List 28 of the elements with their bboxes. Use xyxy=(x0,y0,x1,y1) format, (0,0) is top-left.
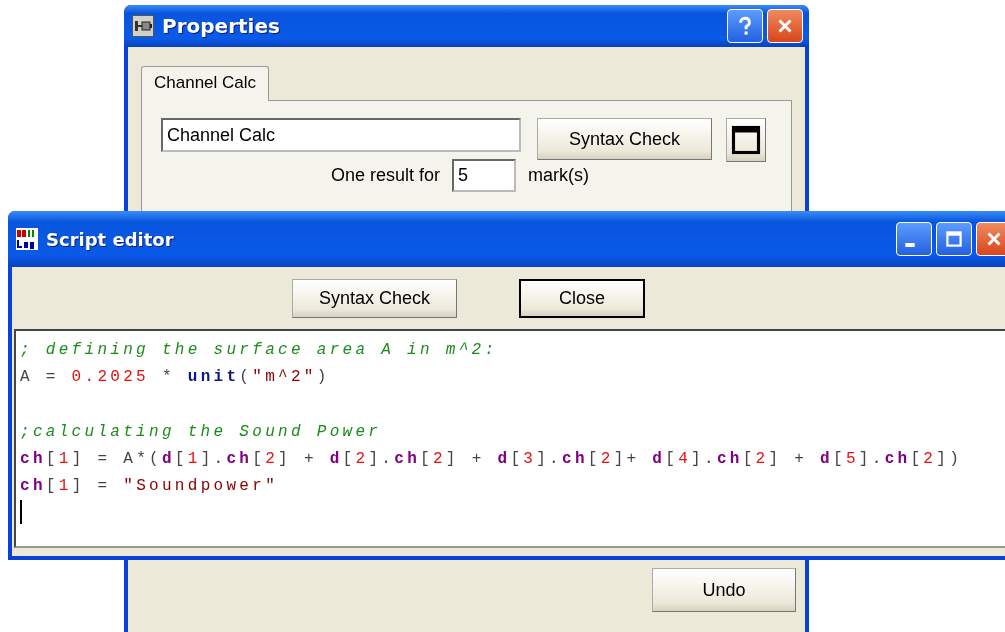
tab[interactable]: Channel Calc xyxy=(141,66,270,101)
close-button[interactable] xyxy=(767,9,803,43)
maximize-button[interactable] xyxy=(936,222,972,256)
minimize-button[interactable] xyxy=(896,222,932,256)
window-title: Properties xyxy=(162,14,281,38)
undo-button[interactable]: Undo xyxy=(652,568,796,612)
code-line: ch[1] = "Soundpower" xyxy=(20,476,280,497)
result-label: One result for xyxy=(331,165,441,186)
app-logo-icon xyxy=(16,228,38,250)
syntax-check-button[interactable]: Syntax Check xyxy=(292,278,458,318)
close-dialog-button[interactable]: Close xyxy=(519,278,646,318)
pushpin-icon xyxy=(132,15,154,37)
minimize-icon xyxy=(905,243,915,247)
code-comment: ;calculating the Sound Power xyxy=(20,422,383,443)
name-field[interactable]: Channel Calc xyxy=(161,118,521,152)
code-line: A = 0.2025 * unit("m^2") xyxy=(20,367,331,388)
unit-label: mark(s) xyxy=(528,165,590,186)
window-icon xyxy=(731,123,761,157)
code-line: ch[1] = A*(d[1].ch[2] + d[2].ch[2] + d[3].ch[2]+ d[4].ch[2] + d[5].ch[2]) xyxy=(20,449,964,470)
window-title: Script editor xyxy=(46,228,175,250)
window-button[interactable] xyxy=(726,118,766,162)
syntax-check-button[interactable]: Syntax Check xyxy=(537,118,712,160)
marks-field[interactable]: 5 xyxy=(452,159,517,192)
code-comment: ; defining the surface area A in m^2: xyxy=(20,340,499,361)
text-cursor xyxy=(20,500,22,524)
help-button[interactable] xyxy=(727,9,763,43)
close-button[interactable] xyxy=(976,222,1005,256)
code-editor[interactable]: ; defining the surface area A in m^2: A = 0.2025 * unit("m^2") ;calculating the Sound Power ch[1] = A*(d[1].ch[2] + d[2].ch[2] + d[3].ch[2]+ d[4].ch[2] + d[5].ch[2]) ch[1] = "Soundpower" xyxy=(14,329,1005,548)
